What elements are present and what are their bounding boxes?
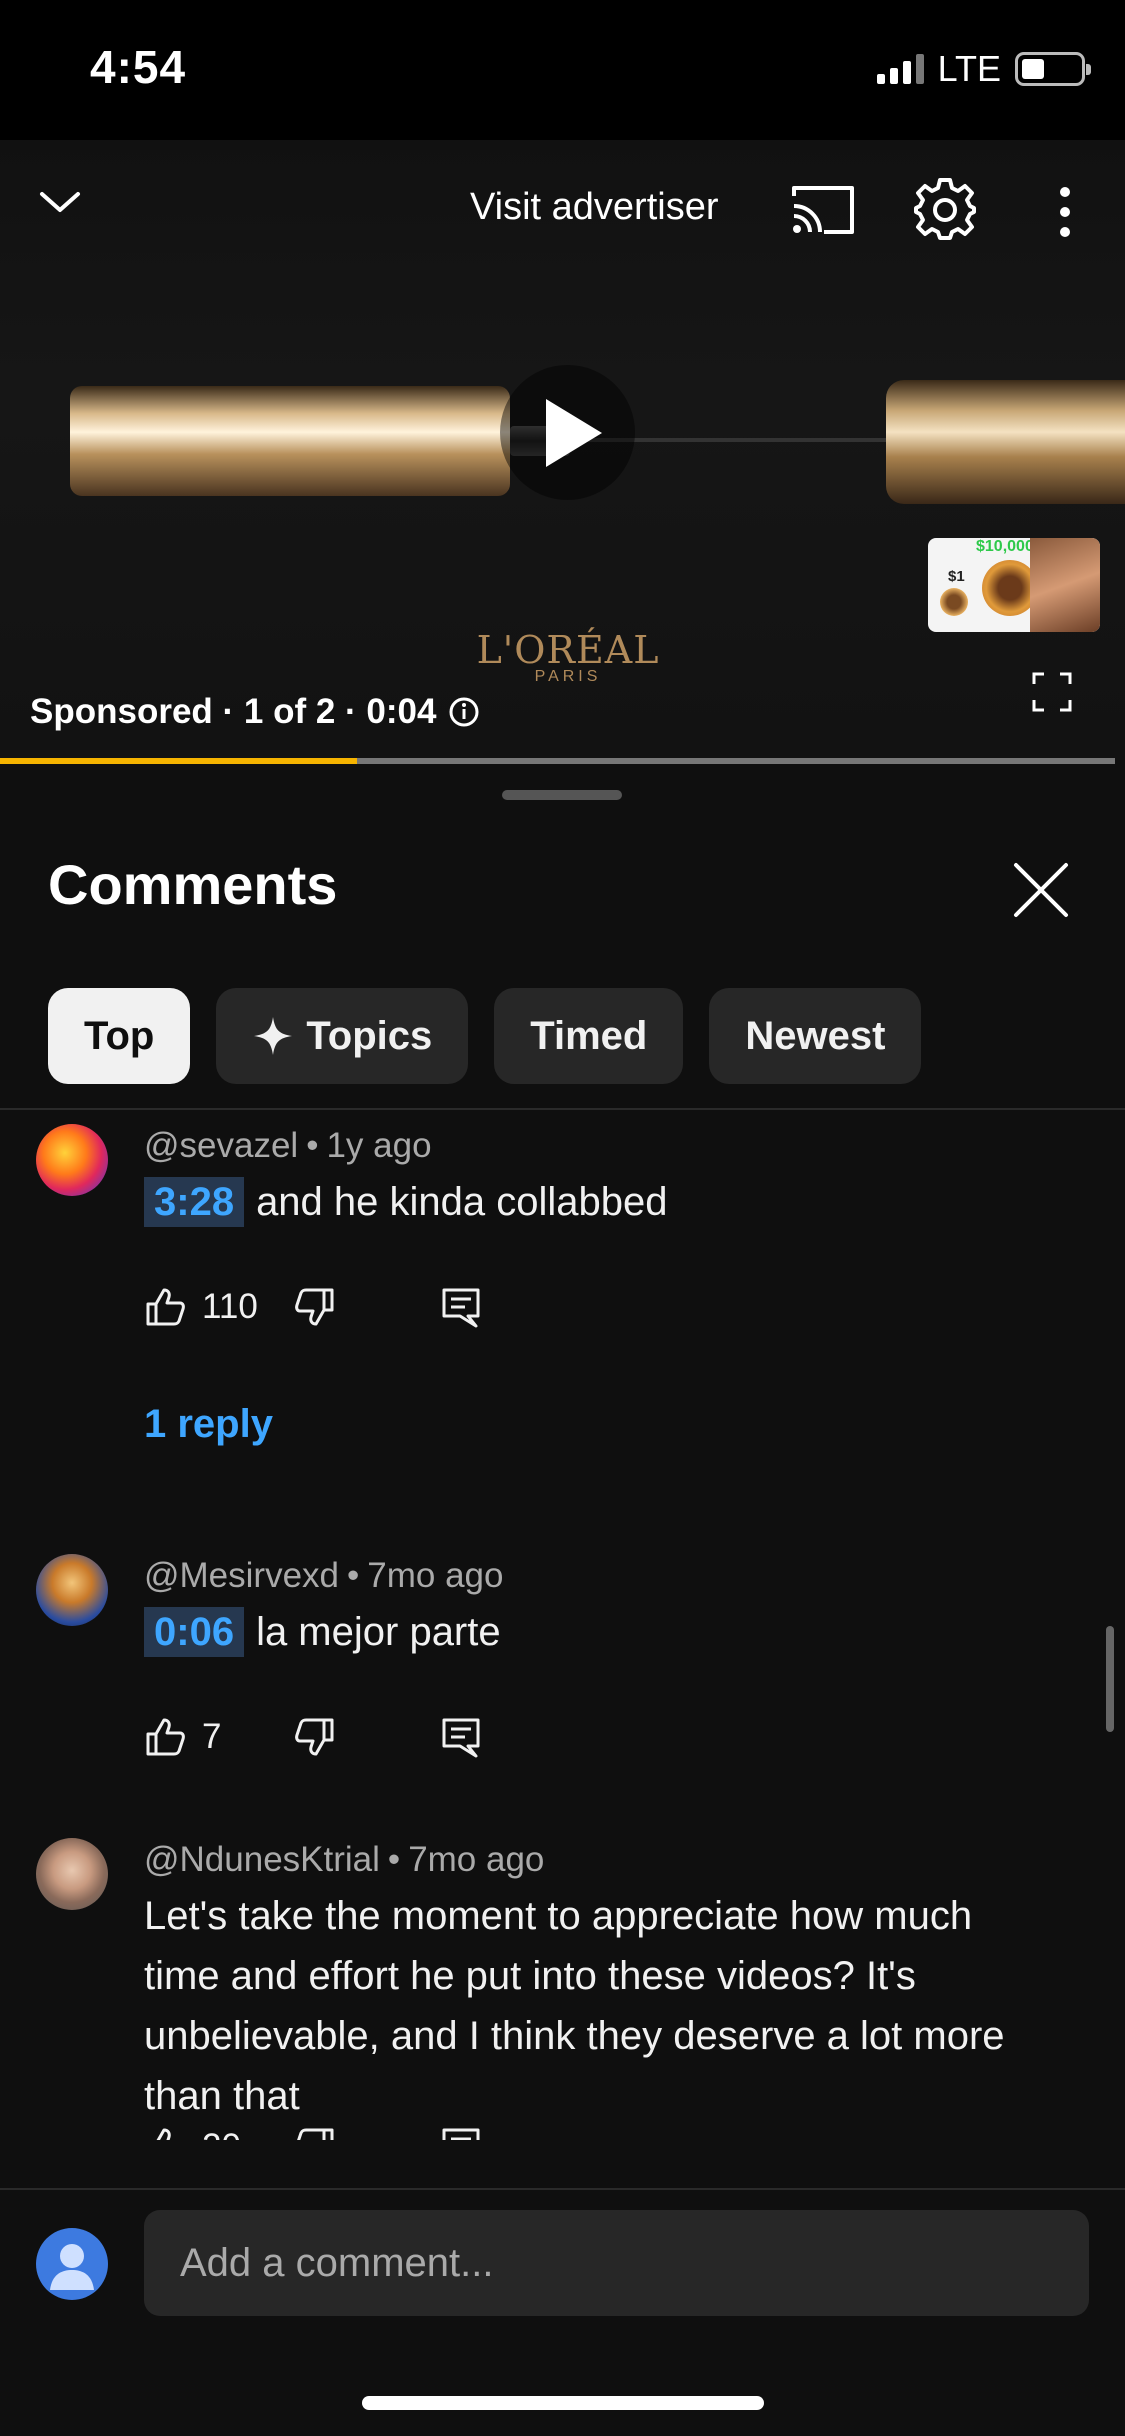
thumbs-down-icon[interactable]	[294, 2126, 336, 2140]
comment-actions: 110	[144, 1286, 482, 1328]
gear-icon[interactable]	[912, 176, 978, 242]
add-comment-input[interactable]	[144, 2210, 1089, 2316]
thumbnail-money-label: $10,000	[976, 538, 1034, 555]
comment-author[interactable]: @sevazel	[144, 1126, 298, 1165]
comment-age: 7mo ago	[367, 1556, 504, 1595]
next-video-thumbnail[interactable]: $10,000 $1	[928, 538, 1100, 632]
drag-handle[interactable]	[502, 790, 622, 800]
comment-actions: 20	[144, 2126, 482, 2140]
network-label: LTE	[937, 48, 1001, 89]
replies-link[interactable]: 1 reply	[144, 1402, 273, 1447]
chevron-down-icon[interactable]	[36, 178, 84, 226]
avatar[interactable]	[36, 1838, 108, 1910]
ad-progress-bar[interactable]	[0, 758, 1115, 764]
comment-body: la mejor parte	[256, 1610, 501, 1654]
close-icon[interactable]	[1012, 861, 1070, 919]
chip-topics[interactable]: Topics	[216, 988, 469, 1084]
comment-text: 3:28 and he kinda collabbed	[144, 1172, 1044, 1232]
signal-icon	[876, 54, 924, 84]
avatar[interactable]	[36, 1124, 108, 1196]
fullscreen-icon[interactable]	[1032, 672, 1072, 712]
scrollbar[interactable]	[1106, 1626, 1114, 1732]
comment-meta: @NdunesKtrial • 7mo ago	[144, 1840, 545, 1879]
play-button[interactable]	[500, 365, 635, 500]
sparkle-icon	[254, 1017, 293, 1055]
comment-timestamp-link[interactable]: 0:06	[144, 1607, 245, 1657]
reply-icon[interactable]	[440, 2126, 482, 2140]
battery-icon	[1015, 52, 1091, 86]
more-vert-icon[interactable]	[1050, 182, 1080, 242]
cast-icon[interactable]	[790, 182, 856, 236]
chip-newest[interactable]: Newest	[709, 988, 922, 1084]
info-icon[interactable]	[448, 696, 480, 728]
reply-icon[interactable]	[440, 1716, 482, 1758]
avatar[interactable]	[36, 1554, 108, 1626]
user-avatar[interactable]	[36, 2228, 108, 2300]
status-indicators: LTE	[876, 48, 1091, 90]
status-time: 4:54	[90, 41, 187, 93]
creator-face-image	[1030, 538, 1100, 632]
comment-age: 1y ago	[326, 1126, 432, 1165]
brand-logo: L'ORÉAL PARIS	[468, 628, 668, 686]
chip-top-label: Top	[84, 1013, 155, 1058]
chip-top[interactable]: Top	[48, 988, 191, 1084]
comment-filter-chips: Top Topics Timed Newest	[48, 988, 922, 1084]
comment-author[interactable]: @Mesirvexd	[144, 1556, 339, 1595]
chip-newest-label: Newest	[745, 1013, 886, 1058]
brand-name: L'ORÉAL	[476, 628, 660, 672]
like-count: 110	[202, 1287, 258, 1326]
home-indicator[interactable]	[362, 2396, 764, 2410]
comment-meta: @sevazel • 1y ago	[144, 1126, 432, 1165]
ad-info-text: Sponsored · 1 of 2 · 0:04	[30, 692, 437, 731]
reply-icon[interactable]	[440, 1286, 482, 1328]
ad-progress-played	[0, 758, 357, 764]
thumbs-up-icon[interactable]	[144, 2126, 186, 2140]
thumbs-up-icon[interactable]	[144, 1716, 186, 1758]
comment-actions: 7	[144, 1716, 482, 1758]
product-image-right	[886, 380, 1125, 504]
comment-body: Let's take the moment to appreciate how …	[144, 1894, 1005, 2118]
person-icon	[50, 2244, 94, 2290]
comment-author[interactable]: @NdunesKtrial	[144, 1840, 380, 1879]
small-burger-image	[940, 588, 968, 616]
chip-topics-label: Topics	[306, 1013, 433, 1058]
thumbs-down-icon[interactable]	[294, 1716, 336, 1758]
thumbs-down-icon[interactable]	[294, 1286, 336, 1328]
thumbs-up-icon[interactable]	[144, 1286, 186, 1328]
play-icon	[546, 399, 602, 467]
comments-sheet: Comments Top Topics Timed Newest @sevaze…	[0, 766, 1125, 2436]
like-count: 20	[202, 2127, 294, 2140]
comment-timestamp-link[interactable]: 3:28	[144, 1177, 245, 1227]
chip-timed-label: Timed	[530, 1013, 648, 1058]
video-player[interactable]: Visit advertiser L'ORÉAL PARIS $10,000 $…	[0, 140, 1125, 760]
status-bar: 4:54 LTE	[0, 0, 1125, 140]
comment-body: and he kinda collabbed	[256, 1180, 668, 1224]
like-count: 7	[202, 1717, 222, 1756]
product-image-left	[70, 386, 570, 496]
chip-timed[interactable]: Timed	[494, 988, 684, 1084]
comment-text: 0:06 la mejor parte	[144, 1602, 1044, 1662]
ad-info: Sponsored · 1 of 2 · 0:04	[30, 692, 480, 732]
thumbnail-one-label: $1	[948, 568, 965, 585]
comment-list[interactable]: @sevazel • 1y ago 3:28 and he kinda collabb…	[0, 1110, 1125, 2140]
visit-advertiser-button[interactable]: Visit advertiser	[470, 186, 719, 229]
comment-age: 7mo ago	[408, 1840, 545, 1879]
comments-title: Comments	[48, 853, 338, 916]
comment-meta: @Mesirvexd • 7mo ago	[144, 1556, 504, 1595]
